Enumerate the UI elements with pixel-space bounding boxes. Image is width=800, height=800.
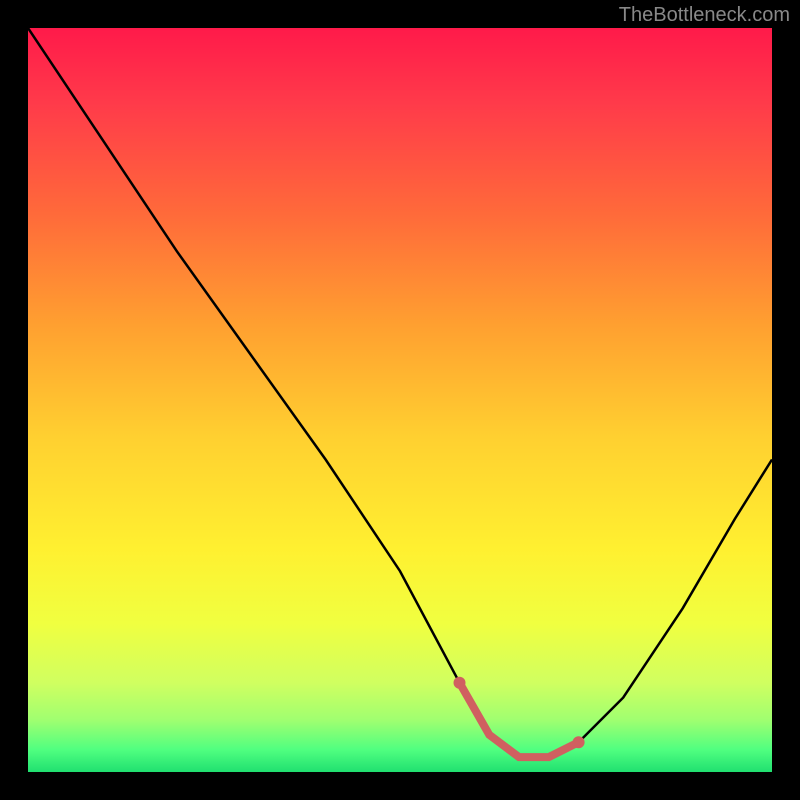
bottleneck-curve-path (28, 28, 772, 757)
watermark-label: TheBottleneck.com (619, 4, 790, 27)
chart-svg (28, 28, 772, 772)
plot-area (28, 28, 772, 772)
optimal-range-endpoint (573, 736, 585, 748)
optimal-range-path (460, 683, 579, 757)
optimal-range-endpoint (454, 677, 466, 689)
